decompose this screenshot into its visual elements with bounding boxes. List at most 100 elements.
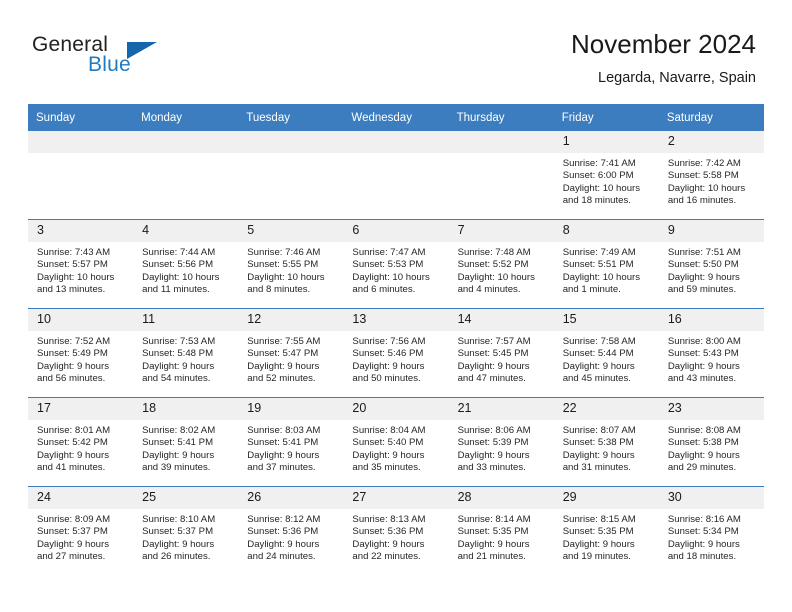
sunset-text: Sunset: 5:47 PM xyxy=(247,348,319,360)
day-details: Sunrise: 8:15 AM Sunset: 5:35 PM Daylight:… xyxy=(554,509,659,563)
calendar-day-cell[interactable]: 13 Sunrise: 7:56 AM Sunset: 5:46 PM Dayligh… xyxy=(343,308,449,398)
sunrise-text: Sunrise: 8:04 AM xyxy=(352,425,426,436)
daylight-text-line1: Daylight: 9 hours xyxy=(142,538,215,550)
sunrise-text: Sunrise: 7:47 AM xyxy=(352,247,426,258)
sunset-text: Sunset: 5:41 PM xyxy=(247,437,319,449)
day-number: 10 xyxy=(28,309,134,331)
calendar-day-cell[interactable]: 12 Sunrise: 7:55 AM Sunset: 5:47 PM Dayligh… xyxy=(238,308,344,398)
sunset-text: Sunset: 5:55 PM xyxy=(247,259,319,271)
weekday-header-thursday: Thursday xyxy=(448,104,554,131)
daylight-text-line2: and 41 minutes. xyxy=(37,461,106,473)
weekday-header-monday: Monday xyxy=(133,104,239,131)
daylight-text-line2: and 43 minutes. xyxy=(667,372,737,384)
sunset-text: Sunset: 5:37 PM xyxy=(142,526,214,538)
calendar-day-cell[interactable]: 23 Sunrise: 8:08 AM Sunset: 5:38 PM Dayligh… xyxy=(658,397,764,487)
sunset-text: Sunset: 5:45 PM xyxy=(457,348,529,360)
sunset-text: Sunset: 5:38 PM xyxy=(667,437,739,449)
daylight-text-line1: Daylight: 9 hours xyxy=(352,360,425,372)
daylight-text-line1: Daylight: 9 hours xyxy=(667,449,740,461)
sunset-text: Sunset: 5:34 PM xyxy=(667,526,739,538)
sunrise-text: Sunrise: 7:58 AM xyxy=(562,336,636,347)
daylight-text-line1: Daylight: 9 hours xyxy=(457,449,530,461)
calendar-day-cell[interactable]: 29 Sunrise: 8:15 AM Sunset: 5:35 PM Dayligh… xyxy=(553,486,659,575)
calendar-day-cell[interactable]: 21 Sunrise: 8:06 AM Sunset: 5:39 PM Dayligh… xyxy=(448,397,554,487)
day-details: Sunrise: 8:07 AM Sunset: 5:38 PM Daylight:… xyxy=(554,420,659,474)
generalblue-logo[interactable]: General Blue xyxy=(32,33,212,83)
day-details: Sunrise: 8:16 AM Sunset: 5:34 PM Daylight:… xyxy=(659,509,764,563)
day-details: Sunrise: 7:56 AM Sunset: 5:46 PM Daylight:… xyxy=(343,331,448,385)
sunset-text: Sunset: 5:40 PM xyxy=(352,437,424,449)
calendar-day-cell[interactable]: 5 Sunrise: 7:46 AM Sunset: 5:55 PM Daylight… xyxy=(238,219,344,309)
day-details: Sunrise: 7:52 AM Sunset: 5:49 PM Daylight:… xyxy=(28,331,133,385)
day-number: 24 xyxy=(28,487,134,509)
sunset-text: Sunset: 5:43 PM xyxy=(667,348,739,360)
calendar-day-cell[interactable]: 3 Sunrise: 7:43 AM Sunset: 5:57 PM Daylight… xyxy=(28,219,134,309)
day-details: Sunrise: 7:55 AM Sunset: 5:47 PM Daylight:… xyxy=(238,331,343,385)
calendar-day-cell[interactable]: 30 Sunrise: 8:16 AM Sunset: 5:34 PM Dayligh… xyxy=(658,486,764,575)
sunset-text: Sunset: 5:36 PM xyxy=(352,526,424,538)
daylight-text-line1: Daylight: 10 hours xyxy=(37,271,115,283)
calendar-day-cell[interactable]: 19 Sunrise: 8:03 AM Sunset: 5:41 PM Dayligh… xyxy=(238,397,344,487)
calendar-empty-cell xyxy=(343,131,449,220)
calendar-day-cell[interactable]: 15 Sunrise: 7:58 AM Sunset: 5:44 PM Dayligh… xyxy=(553,308,659,398)
daylight-text-line1: Daylight: 9 hours xyxy=(37,449,109,461)
day-number: 28 xyxy=(448,487,554,509)
weekday-header-saturday: Saturday xyxy=(658,104,764,131)
day-details: Sunrise: 7:53 AM Sunset: 5:48 PM Daylight:… xyxy=(133,331,238,385)
calendar-day-cell[interactable]: 9 Sunrise: 7:51 AM Sunset: 5:50 PM Daylight… xyxy=(658,219,764,309)
daylight-text-line2: and 19 minutes. xyxy=(562,550,631,562)
day-details: Sunrise: 8:08 AM Sunset: 5:38 PM Daylight:… xyxy=(659,420,764,474)
calendar-day-cell[interactable]: 8 Sunrise: 7:49 AM Sunset: 5:51 PM Daylight… xyxy=(553,219,659,309)
calendar-day-cell[interactable]: 18 Sunrise: 8:02 AM Sunset: 5:41 PM Dayligh… xyxy=(133,397,239,487)
calendar-day-cell[interactable]: 1 Sunrise: 7:41 AM Sunset: 6:00 PM Daylight… xyxy=(553,131,659,220)
calendar-day-cell[interactable]: 26 Sunrise: 8:12 AM Sunset: 5:36 PM Dayligh… xyxy=(238,486,344,575)
day-number: 22 xyxy=(553,398,659,420)
sunset-text: Sunset: 5:51 PM xyxy=(562,259,634,271)
daylight-text-line1: Daylight: 9 hours xyxy=(247,538,320,550)
day-number: 27 xyxy=(343,487,449,509)
calendar-empty-cell xyxy=(238,131,344,220)
daylight-text-line1: Daylight: 10 hours xyxy=(562,182,641,194)
sunrise-text: Sunrise: 8:13 AM xyxy=(352,514,426,525)
daylight-text-line2: and 59 minutes. xyxy=(667,283,737,295)
daylight-text-line1: Daylight: 10 hours xyxy=(247,271,325,283)
calendar-day-cell[interactable]: 27 Sunrise: 8:13 AM Sunset: 5:36 PM Dayligh… xyxy=(343,486,449,575)
calendar-day-cell[interactable]: 7 Sunrise: 7:48 AM Sunset: 5:52 PM Daylight… xyxy=(448,219,554,309)
day-number: 30 xyxy=(658,487,764,509)
calendar-day-cell[interactable]: 6 Sunrise: 7:47 AM Sunset: 5:53 PM Daylight… xyxy=(343,219,449,309)
logo-triangle-icon xyxy=(127,42,157,59)
day-number: 20 xyxy=(343,398,449,420)
daylight-text-line2: and 22 minutes. xyxy=(352,550,421,562)
weekday-header-tuesday: Tuesday xyxy=(238,104,344,131)
calendar-day-cell[interactable]: 17 Sunrise: 8:01 AM Sunset: 5:42 PM Dayligh… xyxy=(28,397,134,487)
daylight-text-line2: and 29 minutes. xyxy=(667,461,737,473)
daylight-text-line2: and 37 minutes. xyxy=(247,461,316,473)
day-details: Sunrise: 7:49 AM Sunset: 5:51 PM Daylight:… xyxy=(554,242,659,296)
calendar-day-cell[interactable]: 11 Sunrise: 7:53 AM Sunset: 5:48 PM Dayligh… xyxy=(133,308,239,398)
calendar-day-cell[interactable]: 24 Sunrise: 8:09 AM Sunset: 5:37 PM Dayligh… xyxy=(28,486,134,575)
calendar-day-cell[interactable]: 22 Sunrise: 8:07 AM Sunset: 5:38 PM Dayligh… xyxy=(553,397,659,487)
calendar-day-cell[interactable]: 10 Sunrise: 7:52 AM Sunset: 5:49 PM Dayligh… xyxy=(28,308,134,398)
day-details: Sunrise: 7:44 AM Sunset: 5:56 PM Daylight:… xyxy=(133,242,238,296)
day-number: 2 xyxy=(658,131,764,153)
day-number: 5 xyxy=(238,220,344,242)
calendar-day-cell[interactable]: 14 Sunrise: 7:57 AM Sunset: 5:45 PM Dayligh… xyxy=(448,308,554,398)
calendar-day-cell[interactable]: 28 Sunrise: 8:14 AM Sunset: 5:35 PM Dayligh… xyxy=(448,486,554,575)
day-number: 17 xyxy=(28,398,134,420)
calendar-day-cell[interactable]: 16 Sunrise: 8:00 AM Sunset: 5:43 PM Dayligh… xyxy=(658,308,764,398)
daylight-text-line1: Daylight: 9 hours xyxy=(247,360,320,372)
calendar-day-cell[interactable]: 4 Sunrise: 7:44 AM Sunset: 5:56 PM Daylight… xyxy=(133,219,239,309)
calendar-day-cell[interactable]: 2 Sunrise: 7:42 AM Sunset: 5:58 PM Daylight… xyxy=(658,131,764,220)
day-number xyxy=(28,131,134,153)
daylight-text-line1: Daylight: 9 hours xyxy=(562,360,635,372)
day-details: Sunrise: 8:04 AM Sunset: 5:40 PM Daylight:… xyxy=(343,420,448,474)
daylight-text-line2: and 33 minutes. xyxy=(457,461,526,473)
sunrise-text: Sunrise: 7:44 AM xyxy=(142,247,216,258)
calendar-day-cell[interactable]: 20 Sunrise: 8:04 AM Sunset: 5:40 PM Dayligh… xyxy=(343,397,449,487)
day-details: Sunrise: 8:01 AM Sunset: 5:42 PM Daylight:… xyxy=(28,420,133,474)
daylight-text-line2: and 50 minutes. xyxy=(352,372,421,384)
calendar-day-cell[interactable]: 25 Sunrise: 8:10 AM Sunset: 5:37 PM Dayligh… xyxy=(133,486,239,575)
sunset-text: Sunset: 5:35 PM xyxy=(562,526,634,538)
daylight-text-line1: Daylight: 9 hours xyxy=(142,360,215,372)
day-details: Sunrise: 7:58 AM Sunset: 5:44 PM Daylight:… xyxy=(554,331,659,385)
